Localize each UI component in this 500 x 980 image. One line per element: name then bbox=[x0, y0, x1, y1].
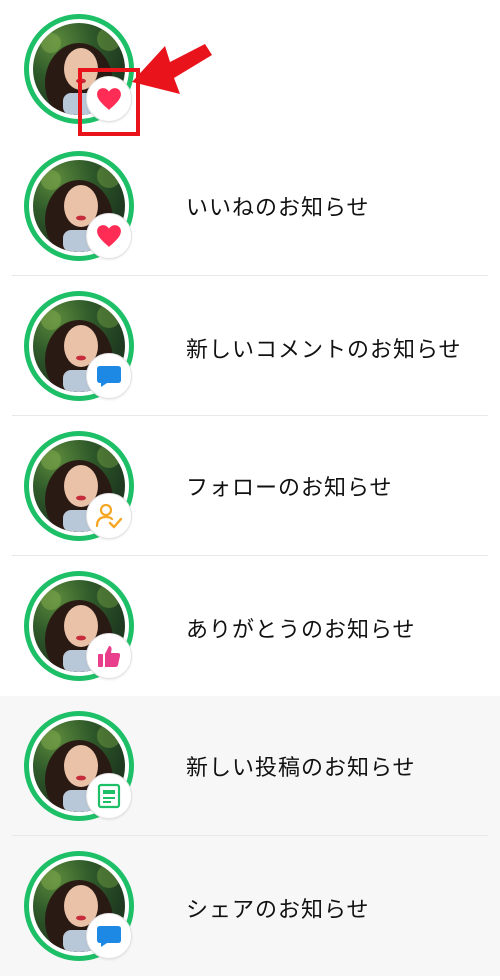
notification-row-new-post[interactable]: 新しい投稿のお知らせ bbox=[0, 696, 500, 836]
notification-label: 新しいコメントのお知らせ bbox=[186, 338, 462, 363]
notification-row-comment[interactable]: 新しいコメントのお知らせ bbox=[0, 276, 500, 416]
avatar bbox=[24, 14, 134, 124]
heart-icon bbox=[97, 225, 121, 247]
avatar bbox=[24, 571, 134, 681]
notification-row-share[interactable]: シェアのお知らせ bbox=[0, 836, 500, 976]
notification-row-follow[interactable]: フォローのお知らせ bbox=[0, 416, 500, 556]
follow-badge bbox=[86, 493, 132, 539]
avatar bbox=[24, 151, 134, 261]
thumbs-up-badge bbox=[86, 633, 132, 679]
avatar bbox=[24, 711, 134, 821]
share-icon bbox=[97, 926, 121, 947]
notification-label: いいねのお知らせ bbox=[186, 196, 370, 221]
post-icon bbox=[97, 783, 121, 809]
notification-label: ありがとうのお知らせ bbox=[186, 618, 416, 643]
heart-badge bbox=[86, 213, 132, 259]
notification-label: 新しい投稿のお知らせ bbox=[186, 756, 416, 781]
notification-label: フォローのお知らせ bbox=[186, 476, 393, 501]
notification-label: シェアのお知らせ bbox=[186, 898, 370, 923]
notification-row-like[interactable]: いいねのお知らせ bbox=[0, 136, 500, 276]
heart-badge bbox=[86, 76, 132, 122]
follow-icon bbox=[95, 503, 123, 529]
heart-icon bbox=[97, 88, 121, 110]
notification-row-highlighted[interactable] bbox=[0, 0, 500, 140]
avatar bbox=[24, 291, 134, 401]
thumbs-up-icon bbox=[98, 646, 121, 667]
comment-badge bbox=[86, 353, 132, 399]
avatar bbox=[24, 851, 134, 961]
avatar bbox=[24, 431, 134, 541]
notification-row-thanks[interactable]: ありがとうのお知らせ bbox=[0, 556, 500, 696]
share-badge bbox=[86, 913, 132, 959]
comment-icon bbox=[97, 366, 121, 387]
post-badge bbox=[86, 773, 132, 819]
